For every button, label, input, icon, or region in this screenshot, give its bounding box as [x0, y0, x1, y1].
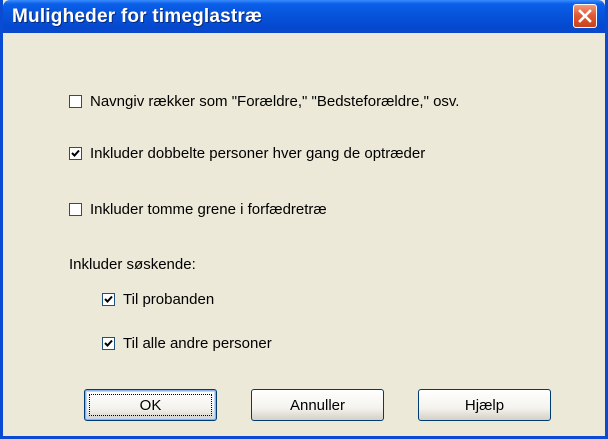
checkmark-icon: [104, 339, 113, 347]
siblings-proband-label: Til probanden: [123, 291, 215, 308]
close-button[interactable]: [573, 4, 597, 28]
include-empty-branches-label: Inkluder tomme grene i forfædretræ: [90, 201, 327, 218]
close-icon: [578, 9, 592, 23]
help-button-label: Hjælp: [464, 396, 505, 414]
include-empty-branches-checkbox[interactable]: [69, 203, 82, 216]
siblings-others-option[interactable]: Til alle andre personer: [102, 335, 272, 352]
cancel-button[interactable]: Annuller: [251, 389, 384, 421]
help-button[interactable]: Hjælp: [418, 389, 551, 421]
siblings-proband-option[interactable]: Til probanden: [102, 291, 214, 308]
ok-button[interactable]: OK: [84, 389, 217, 421]
include-empty-branches-option[interactable]: Inkluder tomme grene i forfædretræ: [69, 201, 327, 218]
siblings-others-checkbox[interactable]: [102, 337, 115, 350]
name-rows-label: Navngiv rækker som "Forældre," "Bedstefo…: [90, 93, 460, 110]
siblings-heading: Inkluder søskende:: [69, 256, 196, 273]
ok-button-label: OK: [139, 396, 162, 414]
checkmark-icon: [71, 149, 80, 157]
checkmark-icon: [104, 295, 113, 303]
include-duplicates-label: Inkluder dobbelte personer hver gang de …: [90, 145, 426, 162]
name-rows-option[interactable]: Navngiv rækker som "Forældre," "Bedstefo…: [69, 93, 459, 110]
title-bar[interactable]: Muligheder for timeglastræ: [3, 0, 605, 33]
name-rows-checkbox[interactable]: [69, 95, 82, 108]
include-duplicates-option[interactable]: Inkluder dobbelte personer hver gang de …: [69, 145, 425, 162]
siblings-others-label: Til alle andre personer: [123, 335, 272, 352]
cancel-button-label: Annuller: [289, 396, 346, 414]
include-duplicates-checkbox[interactable]: [69, 147, 82, 160]
dialog-title: Muligheder for timeglastræ: [12, 6, 263, 27]
dialog-window: Muligheder for timeglastræ Navngiv række…: [0, 0, 608, 439]
siblings-proband-checkbox[interactable]: [102, 293, 115, 306]
